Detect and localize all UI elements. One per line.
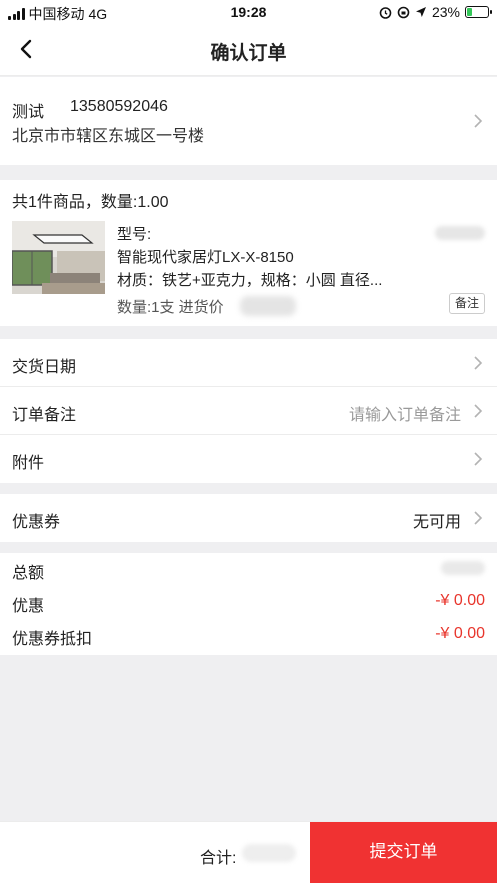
sum-amount-obscured	[242, 844, 296, 862]
receiver-phone: 13580592046	[70, 98, 168, 115]
chevron-right-icon	[474, 404, 483, 418]
coupon-label: 优惠券	[12, 514, 61, 531]
battery-percent: 23%	[431, 4, 460, 20]
status-right: 23%	[379, 4, 492, 20]
order-note-row[interactable]: 订单备注 请输入订单备注	[0, 387, 497, 435]
battery-icon	[465, 6, 492, 18]
status-bar: 中国移动 4G 19:28 23%	[0, 0, 497, 24]
sum-label: 合计:	[200, 850, 237, 867]
attachment-row[interactable]: 附件	[0, 435, 497, 483]
receiver-name: 测试	[12, 104, 45, 121]
chevron-right-icon	[474, 114, 483, 128]
discount-amount: -¥ 0.00	[435, 592, 485, 609]
product-name: 智能现代家居灯LX-X-8150	[117, 249, 294, 266]
product-qty-price: 数量:1支 进货价	[117, 299, 224, 316]
page-title: 确认订单	[210, 43, 287, 64]
product-model-label: 型号:	[117, 226, 152, 243]
receiver-address: 北京市市辖区东城区一号楼	[12, 128, 205, 145]
order-options: 交货日期 订单备注 请输入订单备注 附件	[0, 339, 497, 483]
chevron-right-icon	[474, 356, 483, 370]
attachment-label: 附件	[12, 455, 45, 472]
submit-order-button[interactable]: 提交订单	[310, 822, 497, 883]
address-card[interactable]: 测试 13580592046 北京市市辖区东城区一号楼	[0, 77, 497, 165]
order-note-placeholder[interactable]: 请输入订单备注	[349, 401, 461, 425]
total-label: 总额	[12, 565, 45, 582]
chevron-right-icon	[474, 452, 483, 466]
product-spec: 材质：铁艺+亚克力，规格：小圆 直径...	[117, 272, 383, 289]
coupon-row-inner: 优惠券 无可用	[0, 494, 497, 542]
price-obscured	[240, 296, 296, 316]
goods-summary: 共1件商品，数量:1.00	[12, 194, 169, 211]
chevron-right-icon	[474, 511, 483, 525]
nav-bar: 确认订单	[0, 24, 497, 76]
checkout-bar: 合计: 提交订单	[0, 821, 497, 883]
coupon-value: 无可用	[412, 514, 461, 531]
coupon-deduction-amount: -¥ 0.00	[435, 625, 485, 642]
unit-price-obscured	[435, 226, 485, 240]
alarm-icon	[379, 6, 392, 19]
rotation-lock-icon	[397, 6, 410, 18]
delivery-date-row[interactable]: 交货日期	[0, 339, 497, 387]
discount-label: 优惠	[12, 598, 45, 615]
goods-card: 共1件商品，数量:1.00 型号: 智能现代家居灯LX-X-8150 材质：铁艺…	[0, 180, 497, 326]
coupon-row[interactable]: 优惠券 无可用	[0, 494, 497, 542]
delivery-date-label: 交货日期	[12, 359, 77, 376]
order-note-label: 订单备注	[12, 407, 77, 424]
totals-card: 总额 优惠 -¥ 0.00 优惠券抵扣 -¥ 0.00	[0, 553, 497, 655]
item-note-button[interactable]: 备注	[449, 293, 485, 314]
total-amount-obscured	[441, 561, 485, 575]
location-icon	[415, 7, 426, 17]
product-image[interactable]	[12, 221, 105, 294]
coupon-deduction-label: 优惠券抵扣	[12, 631, 93, 648]
